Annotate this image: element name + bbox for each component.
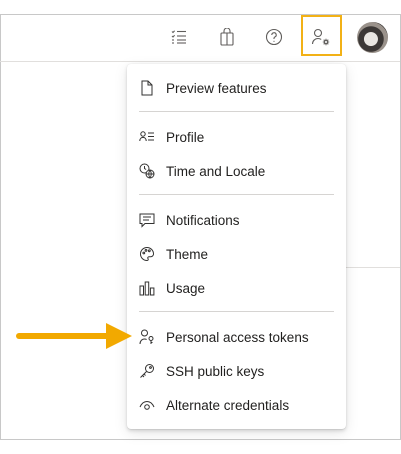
menu-item-label: Usage bbox=[166, 280, 206, 296]
callout-arrow-icon bbox=[16, 323, 132, 349]
avatar[interactable] bbox=[357, 22, 388, 53]
menu-item-alternate-credentials[interactable]: Alternate credentials bbox=[127, 388, 346, 422]
menu-item-label: SSH public keys bbox=[166, 363, 265, 379]
menu-item-usage[interactable]: Usage bbox=[127, 271, 346, 305]
eye-icon bbox=[139, 397, 155, 413]
menu-item-label: Notifications bbox=[166, 212, 240, 228]
shopping-bag-icon[interactable] bbox=[210, 16, 244, 58]
palette-icon bbox=[139, 246, 155, 262]
chat-bubble-icon bbox=[139, 212, 155, 228]
document-icon bbox=[139, 80, 155, 96]
menu-item-ssh-public-keys[interactable]: SSH public keys bbox=[127, 354, 346, 388]
menu-item-notifications[interactable]: Notifications bbox=[127, 203, 346, 237]
menu-item-preview-features[interactable]: Preview features bbox=[127, 71, 346, 105]
menu-item-time-and-locale[interactable]: Time and Locale bbox=[127, 154, 346, 188]
menu-item-label: Time and Locale bbox=[166, 163, 266, 179]
person-key-icon bbox=[139, 329, 155, 345]
contact-card-icon bbox=[139, 129, 155, 145]
menu-item-personal-access-tokens[interactable]: Personal access tokens bbox=[127, 320, 346, 354]
menu-item-theme[interactable]: Theme bbox=[127, 237, 346, 271]
menu-item-label: Profile bbox=[166, 129, 205, 145]
user-settings-menu: Preview features Profile Time and Locale… bbox=[127, 64, 346, 429]
help-icon[interactable] bbox=[257, 16, 291, 58]
ssh-key-icon bbox=[139, 363, 155, 379]
background-divider bbox=[345, 267, 400, 268]
menu-item-profile[interactable]: Profile bbox=[127, 120, 346, 154]
menu-item-label: Theme bbox=[166, 246, 209, 262]
menu-item-label: Alternate credentials bbox=[166, 397, 290, 413]
menu-item-label: Personal access tokens bbox=[166, 329, 309, 345]
globe-clock-icon bbox=[139, 163, 155, 179]
menu-divider bbox=[139, 194, 334, 195]
highlight-box bbox=[301, 15, 342, 56]
menu-item-label: Preview features bbox=[166, 80, 267, 96]
menu-divider bbox=[139, 311, 334, 312]
bar-chart-icon bbox=[139, 280, 155, 296]
menu-divider bbox=[139, 111, 334, 112]
task-list-icon[interactable] bbox=[162, 16, 196, 58]
